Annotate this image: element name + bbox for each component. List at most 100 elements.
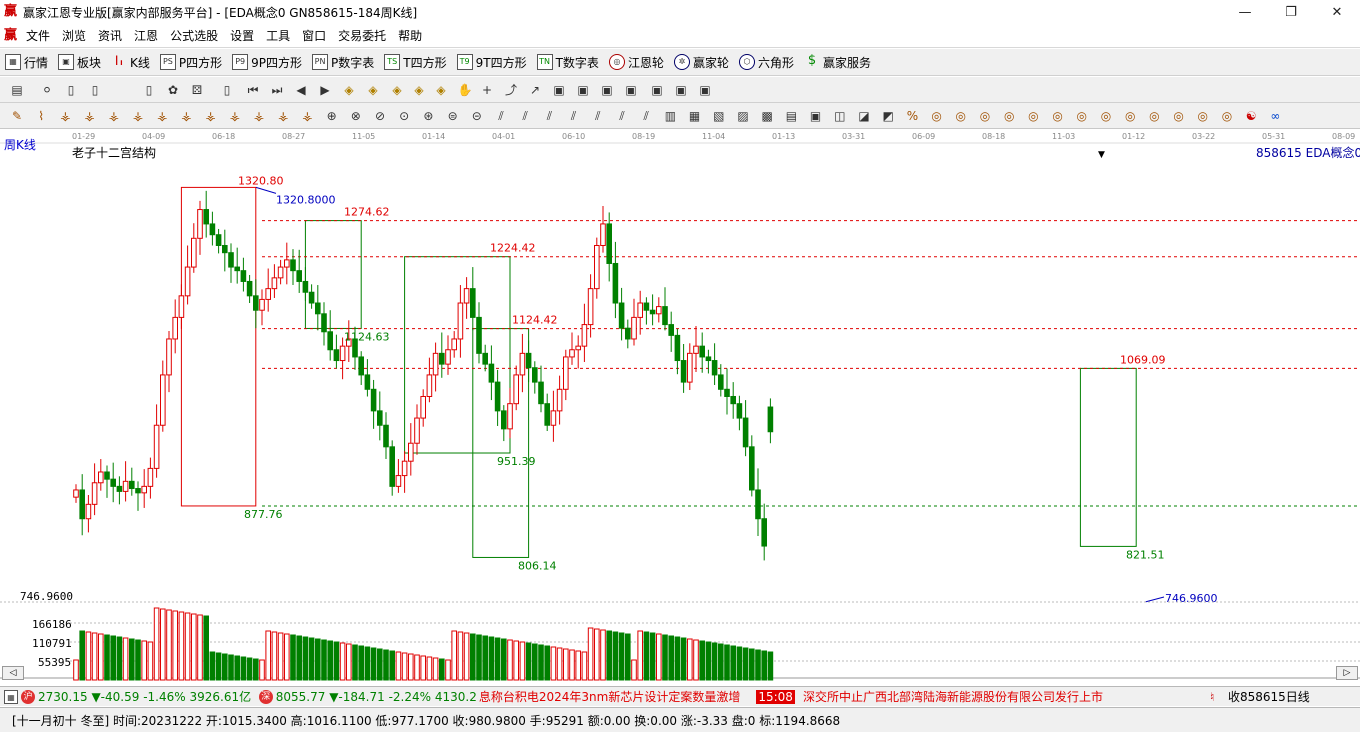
analysis-tool-42-icon[interactable]: ◎ (1000, 107, 1018, 125)
analysis-tool-6-icon[interactable]: ⚶ (129, 107, 147, 125)
analysis-tool-13-icon[interactable]: ⚶ (298, 107, 316, 125)
tb-service-button[interactable]: $ 赢家服务 (799, 54, 876, 71)
analysis-tool-5-icon[interactable]: ⚶ (105, 107, 123, 125)
analysis-tool-20-icon[interactable]: ⊝ (468, 107, 486, 125)
analysis-tool-51-icon[interactable]: ◎ (1218, 107, 1236, 125)
tb-blocks-button[interactable]: ▣ 板块 (53, 54, 106, 71)
analysis-tool-50-icon[interactable]: ◎ (1194, 107, 1212, 125)
diamond-e-icon[interactable]: ◈ (432, 81, 450, 99)
menu-gann[interactable]: 江恩 (128, 27, 164, 44)
analysis-tool-15-icon[interactable]: ⊗ (347, 107, 365, 125)
analysis-tool-21-icon[interactable]: ⫽ (492, 107, 510, 125)
settings-icon[interactable]: ⚪ (38, 81, 56, 99)
chart-area[interactable]: 01-29 04-09 06-18 08-27 11-05 01-14 04-01 06-10… (0, 130, 1360, 686)
menu-info[interactable]: 资讯 (92, 27, 128, 44)
analysis-tool-1-icon[interactable]: ✎ (8, 107, 26, 125)
tb-quotes-button[interactable]: ▦ 行情 (0, 54, 53, 71)
analysis-tool-12-icon[interactable]: ⚶ (274, 107, 292, 125)
minimize-button[interactable]: — (1222, 0, 1268, 24)
maximize-button[interactable]: ❐ (1268, 0, 1314, 24)
tb-p-square-button[interactable]: PS P四方形 (155, 54, 227, 71)
tb-9p-square-button[interactable]: P9 9P四方形 (227, 54, 307, 71)
analysis-tool-39-icon[interactable]: ◎ (928, 107, 946, 125)
menu-help[interactable]: 帮助 (392, 27, 428, 44)
analysis-tool-52-icon[interactable]: ☯ (1242, 107, 1260, 125)
menu-settings[interactable]: 设置 (224, 27, 260, 44)
tb-gann-wheel-button[interactable]: ◎ 江恩轮 (604, 54, 669, 71)
analysis-tool-8-icon[interactable]: ⚶ (177, 107, 195, 125)
analysis-tool-23-icon[interactable]: ⫽ (540, 107, 558, 125)
tb-t-square-button[interactable]: TS T四方形 (379, 54, 451, 71)
analysis-tool-43-icon[interactable]: ◎ (1024, 107, 1042, 125)
news-ticker-1[interactable]: 息称台积电2024年3nm新芯片设计定案数量激增 (479, 688, 740, 705)
analysis-tool-41-icon[interactable]: ◎ (976, 107, 994, 125)
menu-formula[interactable]: 公式选股 (164, 27, 224, 44)
analysis-tool-38-icon[interactable]: % (903, 107, 921, 125)
draw-icon[interactable]: ▯ (62, 81, 80, 99)
analysis-tool-30-icon[interactable]: ▧ (710, 107, 728, 125)
analysis-tool-16-icon[interactable]: ⊘ (371, 107, 389, 125)
analysis-tool-40-icon[interactable]: ◎ (952, 107, 970, 125)
analysis-tool-9-icon[interactable]: ⚶ (202, 107, 220, 125)
menu-browse[interactable]: 浏览 (56, 27, 92, 44)
analysis-tool-33-icon[interactable]: ▤ (782, 107, 800, 125)
hand-icon[interactable]: ✋ (456, 81, 474, 99)
analysis-tool-2-icon[interactable]: ⌇ (32, 107, 50, 125)
candlestick-chart[interactable]: 01-29 04-09 06-18 08-27 11-05 01-14 04-01 06-10… (0, 130, 1360, 686)
tb-9t-square-button[interactable]: T9 9T四方形 (452, 54, 532, 71)
tb-p-table-button[interactable]: PN P数字表 (307, 54, 379, 71)
analysis-tool-49-icon[interactable]: ◎ (1170, 107, 1188, 125)
analysis-tool-24-icon[interactable]: ⫽ (565, 107, 583, 125)
diamond-a-icon[interactable]: ◈ (340, 81, 358, 99)
analysis-tool-47-icon[interactable]: ◎ (1121, 107, 1139, 125)
calc-icon[interactable]: ▣ (574, 81, 592, 99)
multi-icon[interactable]: ▣ (648, 81, 666, 99)
analysis-tool-36-icon[interactable]: ◪ (855, 107, 873, 125)
export-icon[interactable]: ▣ (696, 81, 714, 99)
analysis-tool-32-icon[interactable]: ▩ (758, 107, 776, 125)
analysis-tool-26-icon[interactable]: ⫽ (613, 107, 631, 125)
next-icon[interactable]: ▶ (316, 81, 334, 99)
scroll-right-button[interactable]: ▷ (1336, 666, 1358, 680)
analysis-tool-34-icon[interactable]: ▣ (807, 107, 825, 125)
menu-file[interactable]: 文件 (20, 27, 56, 44)
analysis-tool-28-icon[interactable]: ▥ (661, 107, 679, 125)
analysis-tool-46-icon[interactable]: ◎ (1097, 107, 1115, 125)
save-icon[interactable]: ▣ (622, 81, 640, 99)
clip-icon[interactable]: ▯ (218, 81, 236, 99)
analysis-tool-45-icon[interactable]: ◎ (1073, 107, 1091, 125)
sound-icon[interactable]: ♮ (1210, 690, 1214, 704)
calendar-icon[interactable]: ▣ (550, 81, 568, 99)
tb-kline-button[interactable]: ┃╻ K线 (106, 54, 155, 71)
analysis-tool-11-icon[interactable]: ⚶ (250, 107, 268, 125)
menu-trade[interactable]: 交易委托 (332, 27, 392, 44)
scroll-left-button[interactable]: ◁ (2, 666, 24, 680)
analysis-tool-35-icon[interactable]: ◫ (831, 107, 849, 125)
analysis-tool-27-icon[interactable]: ⫽ (637, 107, 655, 125)
period-icon[interactable]: ▤ (8, 81, 26, 99)
analysis-tool-10-icon[interactable]: ⚶ (226, 107, 244, 125)
menu-tools[interactable]: 工具 (260, 27, 296, 44)
tb-winner-wheel-button[interactable]: ✲ 赢家轮 (669, 54, 734, 71)
analysis-tool-22-icon[interactable]: ⫽ (516, 107, 534, 125)
dice-icon[interactable]: ⚄ (188, 81, 206, 99)
analysis-tool-31-icon[interactable]: ▨ (734, 107, 752, 125)
arrow-icon[interactable]: ↗ (526, 81, 544, 99)
analysis-tool-7-icon[interactable]: ⚶ (153, 107, 171, 125)
diamond-b-icon[interactable]: ◈ (364, 81, 382, 99)
analysis-tool-19-icon[interactable]: ⊜ (444, 107, 462, 125)
analysis-tool-37-icon[interactable]: ◩ (879, 107, 897, 125)
list-icon[interactable]: ▣ (598, 81, 616, 99)
analysis-tool-4-icon[interactable]: ⚶ (81, 107, 99, 125)
analysis-tool-53-icon[interactable]: ∞ (1266, 107, 1284, 125)
analysis-tool-48-icon[interactable]: ◎ (1145, 107, 1163, 125)
first-icon[interactable]: ⏮ (244, 81, 262, 99)
analysis-tool-18-icon[interactable]: ⊛ (419, 107, 437, 125)
analysis-tool-14-icon[interactable]: ⊕ (323, 107, 341, 125)
flower-icon[interactable]: ✿ (164, 81, 182, 99)
sheet-icon[interactable]: ▯ (86, 81, 104, 99)
crosshair-icon[interactable]: + (478, 81, 496, 99)
camera-icon[interactable]: ▣ (672, 81, 690, 99)
analysis-tool-29-icon[interactable]: ▦ (686, 107, 704, 125)
tb-t-table-button[interactable]: TN T数字表 (532, 54, 604, 71)
